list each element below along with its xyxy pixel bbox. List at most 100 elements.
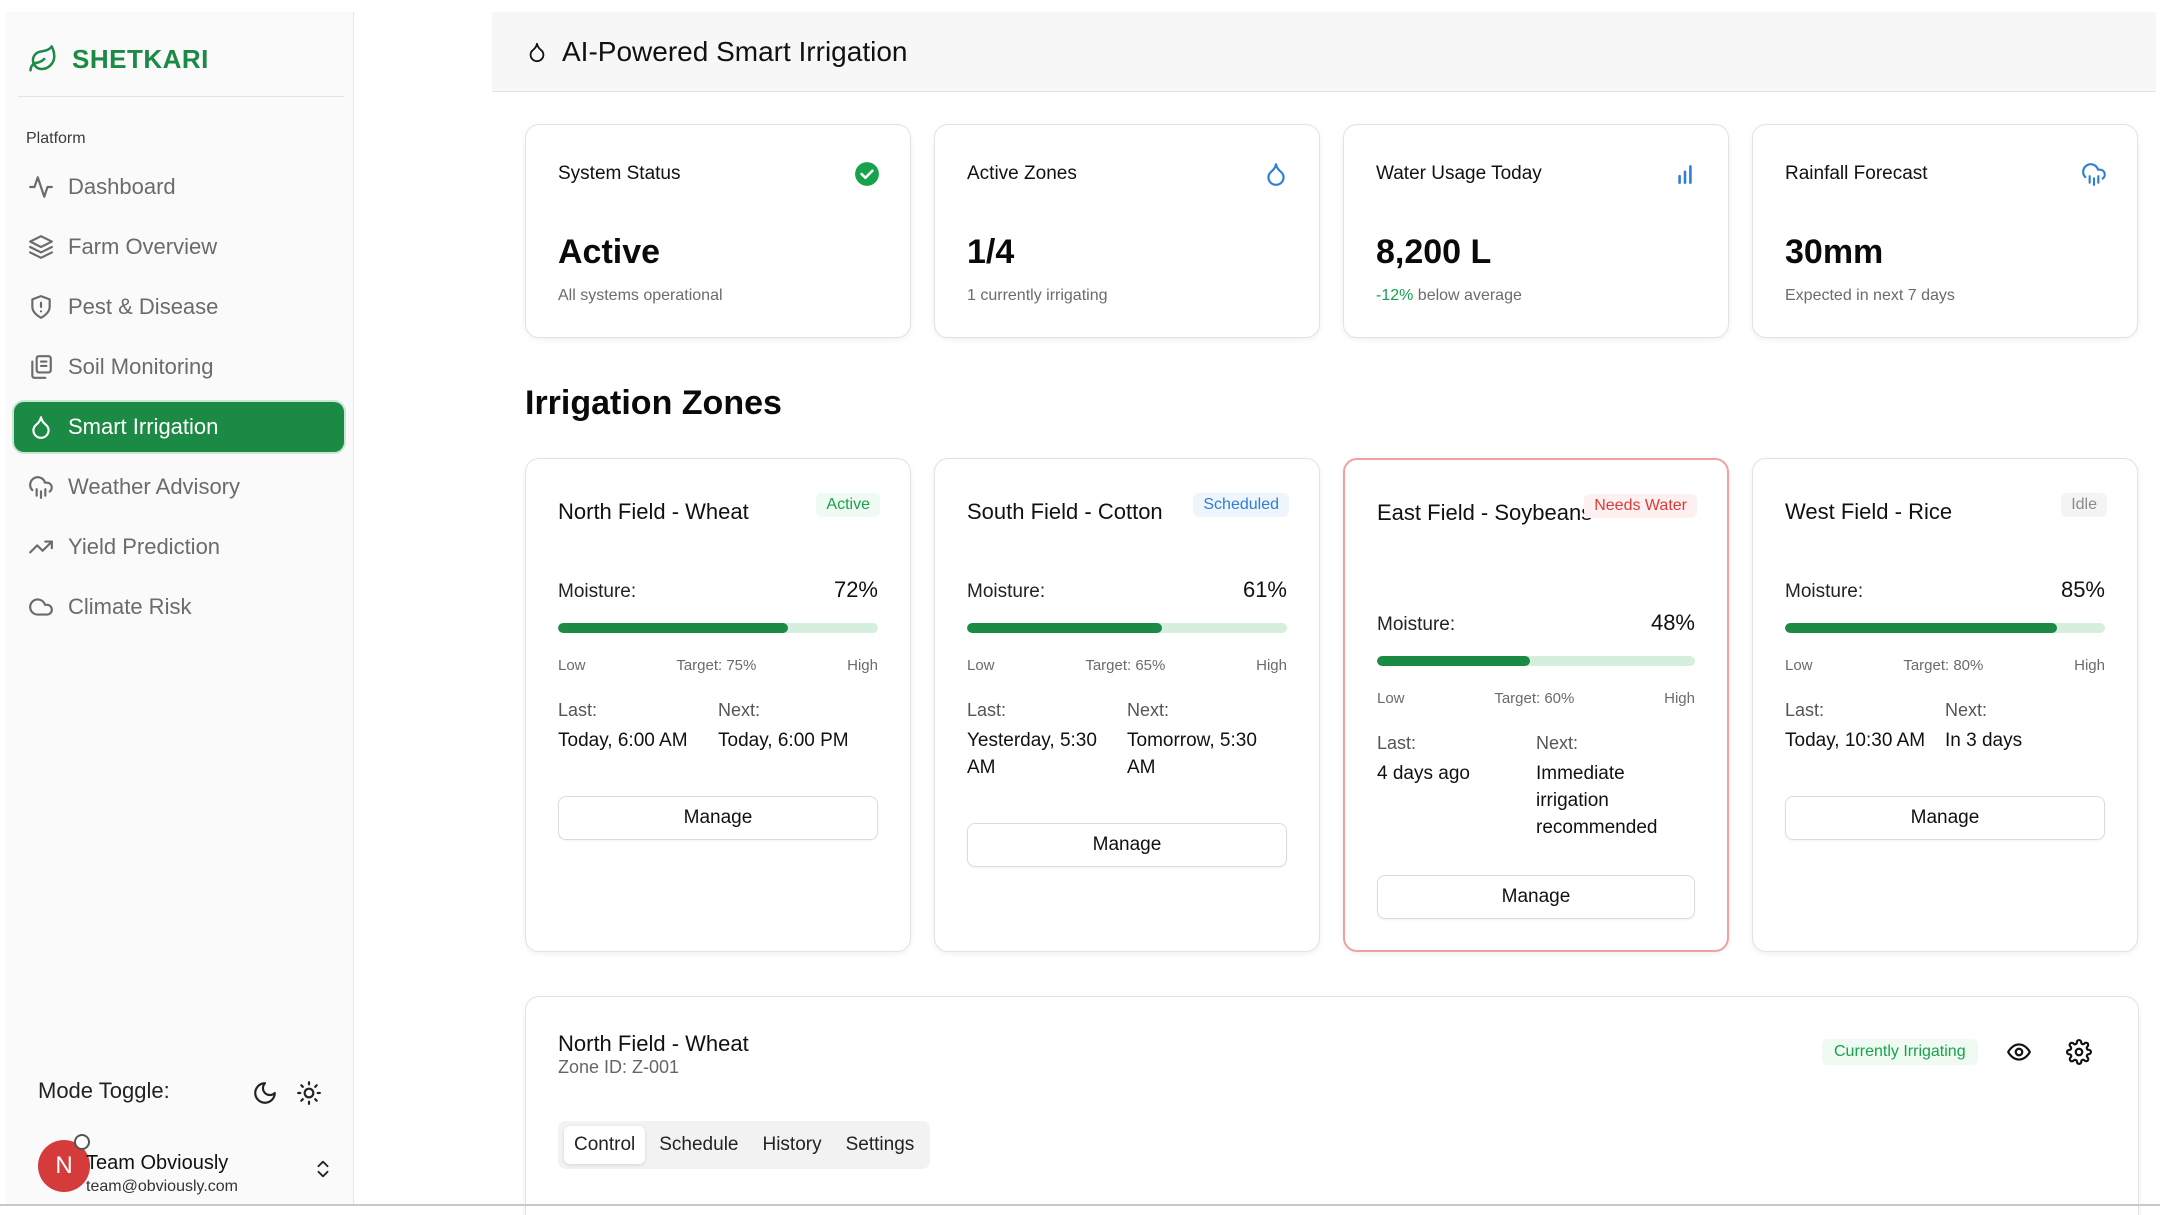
chevrons-up-down-icon[interactable] [312,1156,334,1182]
sidebar-item-label: Smart Irrigation [68,414,219,439]
manage-button[interactable]: Manage [1785,796,2105,840]
copy-icon [31,355,52,379]
sidebar-item-label: Pest & Disease [68,294,219,319]
sidebar-item-dashboard[interactable]: Dashboard [14,162,344,212]
sidebar-item-farm-overview[interactable]: Farm Overview [14,222,344,272]
moisture-label: Moisture: [558,581,637,602]
sidebar: SHETKARI Platform Dashboard Farm Overvie… [6,12,354,1204]
eye-icon[interactable] [2006,1039,2032,1065]
stat-subtext: 1 currently irrigating [967,287,1108,304]
shield-icon [31,295,51,319]
last-label: Last: [967,700,1007,720]
stat-card-rainfall-forecast: Rainfall Forecast 30mm Expected in next … [1752,124,2138,338]
moisture-value: 61% [1242,577,1287,602]
zone-card-south-field: South Field - Cotton Scheduled Moisture:… [934,458,1320,952]
stat-value: 1/4 [967,233,1015,271]
next-label: Next: [718,700,761,720]
moisture-value: 85% [2060,577,2105,602]
stat-card-active-zones: Active Zones 1/4 1 currently irrigating [934,124,1320,338]
sidebar-item-pest-disease[interactable]: Pest & Disease [14,282,344,332]
moisture-label: Moisture: [1785,581,1864,602]
user-profile[interactable]: N Team Obviously team@obviously.com [30,1134,344,1198]
stat-title: System Status [558,163,681,184]
moisture-label: Moisture: [967,581,1046,602]
scale-target: Target: 75% [676,657,757,674]
detail-title: North Field - Wheat [558,1031,749,1056]
droplet-icon [529,42,545,62]
moisture-bar-fill [1785,623,2057,633]
last-irrigation: Today, 10:30 AM [1785,730,1926,751]
status-badge: Scheduled [1193,493,1289,517]
scale-low: Low [558,657,586,674]
tab-history[interactable]: History [752,1126,831,1164]
divider [18,96,344,97]
moisture-bar-fill [1377,656,1530,666]
next-irrigation: In 3 days [1945,730,2023,751]
zone-card-north-field: North Field - Wheat Active Moisture: 72%… [525,458,911,952]
sidebar-item-label: Farm Overview [68,234,218,259]
stat-subtext: Expected in next 7 days [1785,287,1955,304]
scale-target: Target: 80% [1903,657,1984,674]
tab-control[interactable]: Control [564,1126,646,1164]
zone-card-west-field: West Field - Rice Idle Moisture: 85% Low… [1752,458,2138,952]
activity-icon [29,176,53,198]
sidebar-item-label: Weather Advisory [68,474,241,499]
status-badge: Currently Irrigating [1822,1039,1978,1065]
sidebar-item-yield-prediction[interactable]: Yield Prediction [14,522,344,572]
status-badge: Needs Water [1584,494,1697,518]
last-label: Last: [1785,700,1825,720]
sidebar-item-label: Climate Risk [68,594,192,619]
sidebar-item-climate-risk[interactable]: Climate Risk [14,582,344,632]
next-irrigation: Today, 6:00 PM [718,730,849,751]
detail-tabs: Control Schedule History Settings [558,1121,931,1169]
user-email: team@obviously.com [86,1178,238,1195]
scale-target: Target: 65% [1085,657,1166,674]
moisture-bar [558,623,878,633]
tab-settings[interactable]: Settings [836,1126,925,1164]
manage-button[interactable]: Manage [967,823,1287,867]
avatar-status-dot [74,1134,90,1150]
next-label: Next: [1536,733,1579,753]
sidebar-item-label: Dashboard [68,174,176,199]
moisture-bar-fill [558,623,789,633]
manage-button[interactable]: Manage [558,796,878,840]
moisture-value: 72% [833,577,878,602]
next-label: Next: [1127,700,1170,720]
sidebar-item-smart-irrigation[interactable]: Smart Irrigation [14,402,344,452]
stat-value: Active [558,233,661,271]
moisture-bar [1785,623,2105,633]
moisture-bar [1377,656,1695,666]
brand[interactable]: SHETKARI [28,34,209,84]
scale-low: Low [967,657,995,674]
gear-icon[interactable] [2066,1039,2092,1065]
status-badge: Idle [2061,493,2107,517]
stat-subtext: All systems operational [558,287,723,304]
brand-name: SHETKARI [72,43,209,74]
zone-title: North Field - Wheat [558,499,749,524]
manage-button[interactable]: Manage [1377,875,1695,919]
zone-title: West Field - Rice [1785,499,1953,524]
cloud-rain-icon [2082,163,2106,186]
sidebar-item-label: Yield Prediction [68,534,221,559]
stat-card-system-status: System Status Active All systems operati… [525,124,911,338]
check-circle-icon [855,162,879,186]
last-label: Last: [1377,733,1417,753]
scale-target: Target: 60% [1494,690,1575,707]
tab-schedule[interactable]: Schedule [649,1126,748,1164]
moisture-bar-fill [967,623,1163,633]
next-irrigation: Tomorrow, 5:30 AM [1127,730,1257,778]
bar-chart-icon [1678,165,1692,184]
trending-up-icon [29,540,53,554]
droplet-icon [1267,163,1285,186]
zone-title: East Field - Soybeans [1377,500,1593,525]
stat-title: Water Usage Today [1376,163,1542,184]
sidebar-item-soil-monitoring[interactable]: Soil Monitoring [14,342,344,392]
zone-id: Zone ID: Z-001 [558,1057,680,1077]
sidebar-item-weather-advisory[interactable]: Weather Advisory [14,462,344,512]
stat-change: -12% [1376,287,1414,304]
last-irrigation: 4 days ago [1377,763,1470,784]
page-title: AI-Powered Smart Irrigation [562,35,908,67]
moon-icon[interactable] [252,1080,278,1106]
status-badge: Active [816,493,880,517]
sun-icon[interactable] [296,1080,322,1106]
